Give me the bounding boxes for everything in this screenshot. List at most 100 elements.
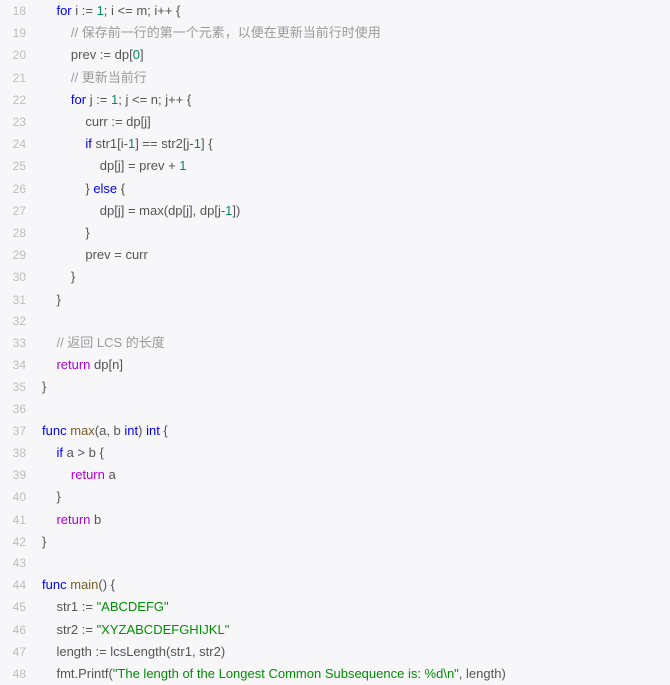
line-content: // 更新当前行	[34, 67, 147, 88]
line-number: 21	[0, 68, 34, 89]
code-token: "XYZABCDEFGHIJKL"	[97, 622, 230, 637]
indent	[42, 622, 56, 637]
line-number: 44	[0, 575, 34, 596]
indent	[42, 47, 71, 62]
line-content: func max(a, b int) int {	[34, 420, 168, 441]
line-content: curr := dp[j]	[34, 111, 151, 132]
code-token: ])	[232, 203, 240, 218]
code-token: }	[56, 292, 60, 307]
code-line: 30 }	[0, 266, 670, 288]
code-token: else	[93, 181, 117, 196]
code-token: 1	[194, 136, 201, 151]
code-token: return	[56, 512, 90, 527]
line-content: }	[34, 289, 61, 310]
code-line: 25 dp[j] = prev + 1	[0, 155, 670, 177]
line-content: }	[34, 222, 90, 243]
indent	[42, 666, 56, 681]
code-line: 27 dp[j] = max(dp[j], dp[j-1])	[0, 200, 670, 222]
code-token: str2 :=	[56, 622, 96, 637]
code-line: 24 if str1[i-1] == str2[j-1] {	[0, 133, 670, 155]
line-content: }	[34, 266, 75, 287]
code-line: 18 for i := 1; i <= m; i++ {	[0, 0, 670, 22]
indent	[42, 114, 85, 129]
code-line: 32	[0, 311, 670, 332]
line-number: 27	[0, 201, 34, 222]
line-number: 24	[0, 134, 34, 155]
code-token: 1	[97, 3, 104, 18]
code-line: 38 if a > b {	[0, 442, 670, 464]
indent	[42, 136, 85, 151]
code-line: 45 str1 := "ABCDEFG"	[0, 596, 670, 618]
indent	[42, 269, 71, 284]
line-content: return dp[n]	[34, 354, 123, 375]
code-token: {	[117, 181, 125, 196]
code-token: (a, b	[95, 423, 125, 438]
code-token: return	[71, 467, 105, 482]
code-token: prev := dp[	[71, 47, 133, 62]
line-number: 18	[0, 1, 34, 22]
code-token: main	[70, 577, 98, 592]
code-line: 44func main() {	[0, 574, 670, 596]
line-number: 43	[0, 553, 34, 574]
line-content: prev := dp[0]	[34, 44, 144, 65]
line-content: if a > b {	[34, 442, 104, 463]
code-token: dp[n]	[90, 357, 123, 372]
code-token: }	[56, 489, 60, 504]
code-token: ] == str2[j-	[135, 136, 194, 151]
code-line: 41 return b	[0, 509, 670, 531]
code-line: 26 } else {	[0, 178, 670, 200]
code-line: 22 for j := 1; j <= n; j++ {	[0, 89, 670, 111]
line-number: 38	[0, 443, 34, 464]
code-line: 42}	[0, 531, 670, 553]
line-number: 42	[0, 532, 34, 553]
code-line: 23 curr := dp[j]	[0, 111, 670, 133]
code-line: 47 length := lcsLength(str1, str2)	[0, 641, 670, 663]
indent	[42, 489, 56, 504]
line-content: if str1[i-1] == str2[j-1] {	[34, 133, 213, 154]
code-line: 35}	[0, 376, 670, 398]
line-number: 41	[0, 510, 34, 531]
code-token: length := lcsLength(str1, str2)	[56, 644, 225, 659]
indent	[42, 512, 56, 527]
indent	[42, 70, 71, 85]
code-token: ] {	[201, 136, 213, 151]
code-token: int	[124, 423, 138, 438]
code-line: 37func max(a, b int) int {	[0, 420, 670, 442]
code-token: func	[42, 577, 67, 592]
code-token: }	[71, 269, 75, 284]
code-token: 0	[133, 47, 140, 62]
code-token: // 返回 LCS 的长度	[56, 335, 164, 350]
line-number: 30	[0, 267, 34, 288]
code-line: 33 // 返回 LCS 的长度	[0, 332, 670, 354]
code-token: curr := dp[j]	[85, 114, 150, 129]
code-line: 28 }	[0, 222, 670, 244]
indent	[42, 467, 71, 482]
line-number: 20	[0, 45, 34, 66]
line-number: 40	[0, 487, 34, 508]
line-content: dp[j] = max(dp[j], dp[j-1])	[34, 200, 240, 221]
line-number: 39	[0, 465, 34, 486]
code-token: for	[56, 3, 71, 18]
code-token: ; i <= m; i++ {	[104, 3, 181, 18]
code-line: 21 // 更新当前行	[0, 67, 670, 89]
line-number: 46	[0, 620, 34, 641]
indent	[42, 158, 100, 173]
line-content: for i := 1; i <= m; i++ {	[34, 0, 180, 21]
code-token: , length)	[459, 666, 506, 681]
line-content: return a	[34, 464, 116, 485]
code-line: 29 prev = curr	[0, 244, 670, 266]
indent	[42, 357, 56, 372]
line-content: }	[34, 531, 46, 552]
line-content: str2 := "XYZABCDEFGHIJKL"	[34, 619, 229, 640]
line-content: length := lcsLength(str1, str2)	[34, 641, 225, 662]
line-number: 47	[0, 642, 34, 663]
code-line: 43	[0, 553, 670, 574]
line-number: 22	[0, 90, 34, 111]
line-content: return b	[34, 509, 101, 530]
line-number: 23	[0, 112, 34, 133]
line-number: 48	[0, 664, 34, 685]
code-token: "ABCDEFG"	[97, 599, 169, 614]
code-token: j :=	[86, 92, 111, 107]
code-token: }	[85, 225, 89, 240]
code-token: )	[138, 423, 146, 438]
